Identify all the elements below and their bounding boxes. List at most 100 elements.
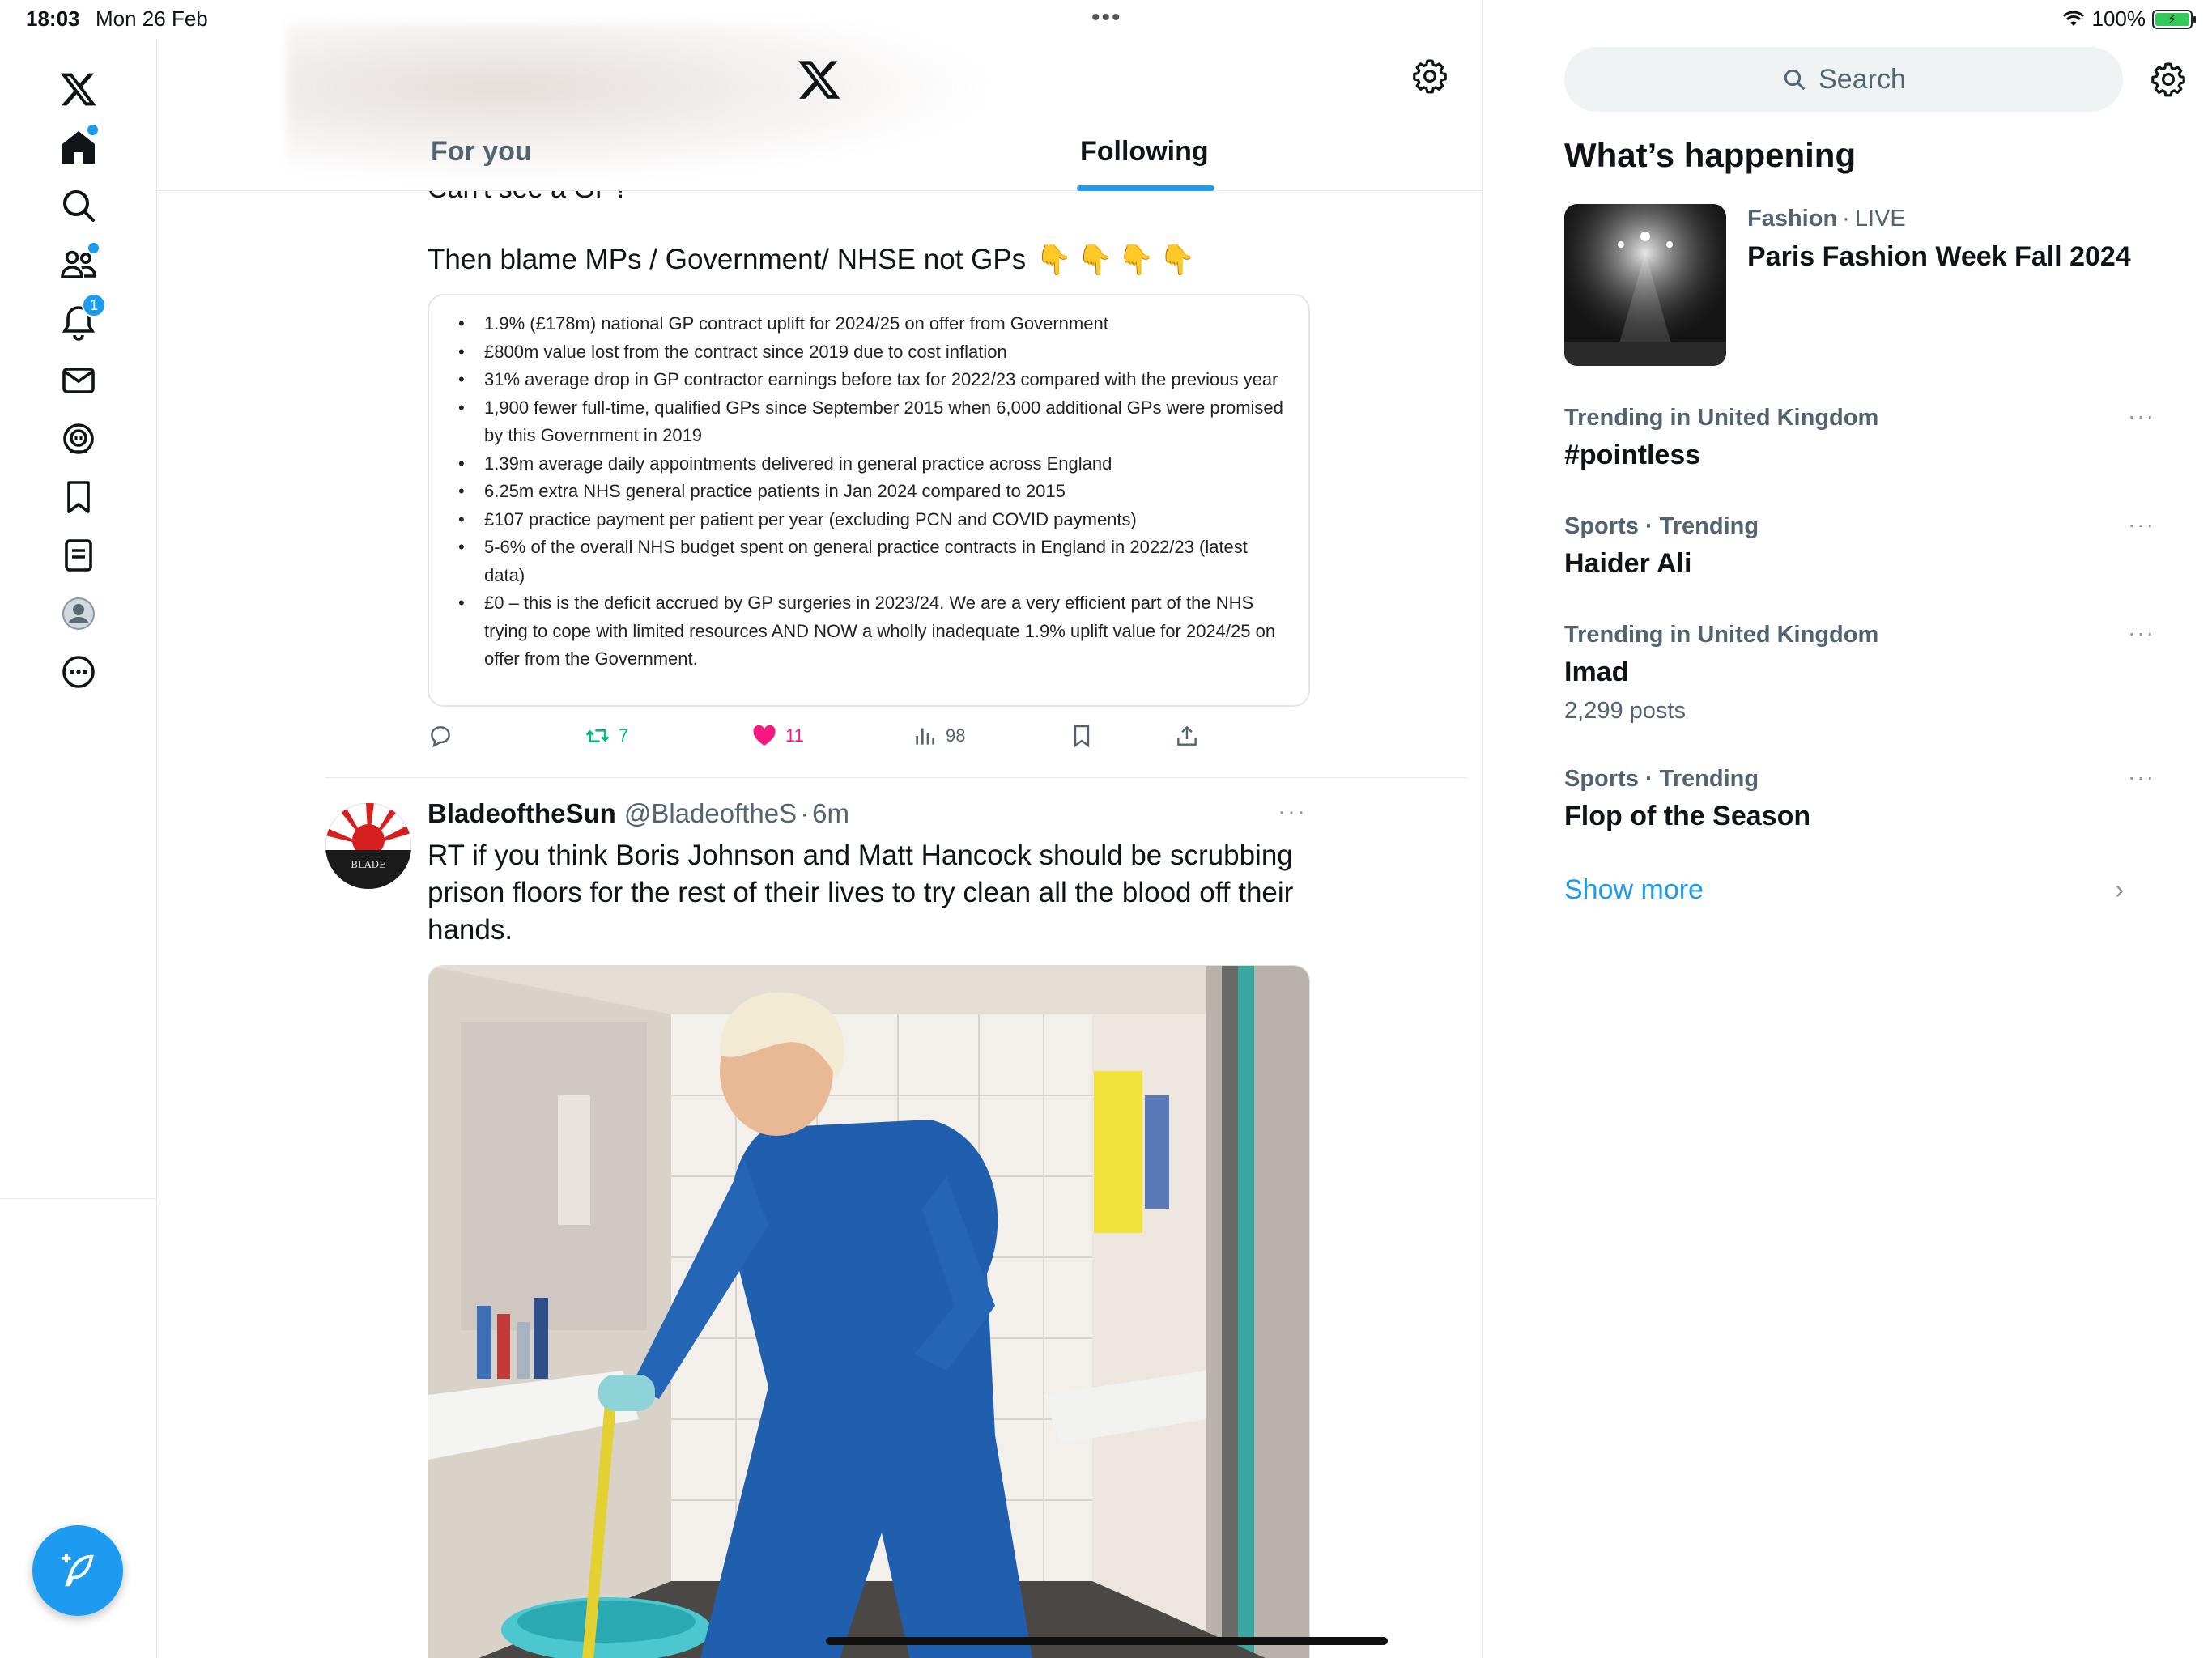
list-item: 31% average drop in GP contractor earnin… (457, 366, 1286, 394)
section-title: What’s happening (1564, 136, 1857, 174)
reply-icon (431, 726, 450, 748)
communities-icon[interactable] (46, 232, 111, 296)
search-placeholder: Search (1819, 63, 1906, 95)
like-count: 11 (785, 725, 804, 746)
trend-context: Trending in United Kingdom (1564, 405, 1879, 431)
x-logo-icon[interactable] (46, 57, 111, 121)
communities-unread-dot (88, 243, 99, 253)
grok-icon[interactable] (46, 406, 111, 471)
retweet-button[interactable]: 7 (585, 723, 628, 749)
pointing-down-emoji: 👇👇👇👇 (1036, 243, 1201, 276)
rail-divider (0, 1198, 157, 1199)
views-button[interactable]: 98 (912, 723, 965, 749)
header-blur-decoration (287, 23, 999, 185)
event-thumbnail (1564, 204, 1726, 366)
trend-context: Sports · Trending (1564, 513, 1759, 539)
tweet-timestamp[interactable]: 6m (812, 798, 849, 829)
home-icon[interactable] (46, 115, 111, 180)
trend-more-button[interactable]: ··· (2128, 403, 2155, 429)
home-unread-dot (87, 125, 98, 135)
attached-text-card[interactable]: 1.9% (£178m) national GP contract uplift… (428, 294, 1310, 707)
trend-name: Flop of the Season (1564, 801, 1811, 831)
search-icon (1784, 69, 1805, 90)
trend-name: Imad (1564, 657, 1629, 687)
avatar[interactable]: BLADE (325, 803, 411, 889)
list-item: 1.39m average daily appointments deliver… (457, 450, 1286, 478)
event-separator: · (1842, 206, 1850, 232)
status-time: 18:03 (26, 6, 80, 31)
trend-more-button[interactable]: ··· (2128, 620, 2155, 646)
views-count: 98 (946, 725, 966, 746)
settings-gear-icon[interactable] (1410, 57, 1449, 96)
event-live-label: LIVE (1854, 206, 1906, 232)
timeline-column: Can't see a GP? For you Following Then b… (157, 0, 1483, 1658)
trend-context: Sports · Trending (1564, 766, 1759, 792)
list-item: 5-6% of the overall NHS budget spent on … (457, 534, 1286, 589)
trend-item[interactable]: Trending in United Kingdom #pointless ··… (1564, 403, 2154, 471)
author-handle[interactable]: @BladeoftheS (624, 798, 797, 829)
compose-feather-icon (62, 1554, 94, 1587)
like-button[interactable]: 11 (751, 723, 804, 749)
chevron-right-icon[interactable]: › (2115, 874, 2124, 906)
tweet-action-bar: 7 11 98 (428, 723, 1237, 755)
search-icon[interactable] (46, 173, 111, 238)
tweet-text-body: Then blame MPs / Government/ NHSE not GP… (428, 244, 1027, 275)
list-item: 1,900 fewer full-time, qualified GPs sin… (457, 394, 1286, 450)
list-item: £800m value lost from the contract since… (457, 338, 1286, 367)
retweet-icon (585, 729, 610, 742)
tab-following[interactable]: Following (1080, 136, 1209, 168)
bullet-list: 1.9% (£178m) national GP contract uplift… (457, 310, 1286, 674)
event-item[interactable]: Fashion · LIVE Paris Fashion Week Fall 2… (1564, 204, 2196, 366)
trend-name: Haider Ali (1564, 548, 1692, 579)
trend-name: #pointless (1564, 440, 1701, 470)
timeline-header: For you Following (157, 23, 1482, 191)
more-icon[interactable] (46, 640, 111, 704)
tweet-image[interactable] (428, 965, 1310, 1658)
bookmarks-icon[interactable] (46, 465, 111, 529)
tweet-text: Then blame MPs / Government/ NHSE not GP… (428, 243, 1200, 277)
x-logo-icon[interactable] (797, 57, 842, 102)
tab-active-indicator (1077, 185, 1214, 191)
author-name[interactable]: BladeoftheSun (428, 798, 616, 829)
notifications-icon[interactable]: 1 (46, 290, 111, 355)
trend-item[interactable]: Sports · Trending Flop of the Season ··· (1564, 764, 2154, 832)
tweet-text: RT if you think Boris Johnson and Matt H… (428, 840, 1294, 946)
retweet-count: 7 (619, 725, 629, 746)
trend-item[interactable]: Trending in United Kingdom Imad 2,299 po… (1564, 620, 2154, 725)
views-chart-icon (916, 728, 934, 745)
home-indicator[interactable] (826, 1637, 1388, 1645)
bookmark-button[interactable] (1069, 723, 1095, 749)
list-item: 6.25m extra NHS general practice patient… (457, 478, 1286, 506)
tweet-header: BladeoftheSun @BladeoftheS · 6m (428, 798, 849, 829)
trend-context: Trending in United Kingdom (1564, 622, 1879, 648)
search-input[interactable]: Search (1564, 47, 2123, 112)
messages-icon[interactable] (46, 348, 111, 413)
list-item: 1.9% (£178m) national GP contract uplift… (457, 310, 1286, 338)
tweet-more-button[interactable]: ··· (1278, 798, 1307, 826)
lists-icon[interactable] (46, 523, 111, 588)
bookmark-icon (1074, 725, 1090, 748)
explore-settings-gear-icon[interactable] (2149, 60, 2188, 99)
share-icon (1177, 725, 1197, 746)
list-item: £0 – this is the deficit accrued by GP s… (457, 589, 1286, 674)
left-navigation-rail: 1 (0, 39, 157, 1658)
compose-post-button[interactable] (32, 1525, 123, 1616)
trend-more-button[interactable]: ··· (2128, 764, 2155, 790)
heart-filled-icon (753, 725, 776, 746)
notifications-badge: 1 (82, 293, 106, 317)
trend-post-count: 2,299 posts (1564, 698, 1686, 724)
reply-button[interactable] (428, 723, 453, 749)
trend-more-button[interactable]: ··· (2128, 512, 2155, 538)
event-meta: Fashion · LIVE (1747, 206, 1906, 232)
tweet-divider (325, 777, 1467, 778)
event-title: Paris Fashion Week Fall 2024 (1747, 241, 2131, 272)
trend-item[interactable]: Sports · Trending Haider Ali ··· (1564, 512, 2154, 580)
tab-for-you[interactable]: For you (431, 136, 532, 168)
profile-icon[interactable] (46, 581, 111, 646)
header-separator: · (800, 798, 810, 828)
share-button[interactable] (1174, 723, 1200, 749)
right-sidebar: Search What’s happening Fashion · LIVE P… (1483, 0, 2212, 1658)
svg-text:BLADE: BLADE (351, 859, 386, 870)
event-category: Fashion (1747, 206, 1838, 232)
show-more-link[interactable]: Show more (1564, 874, 1704, 906)
